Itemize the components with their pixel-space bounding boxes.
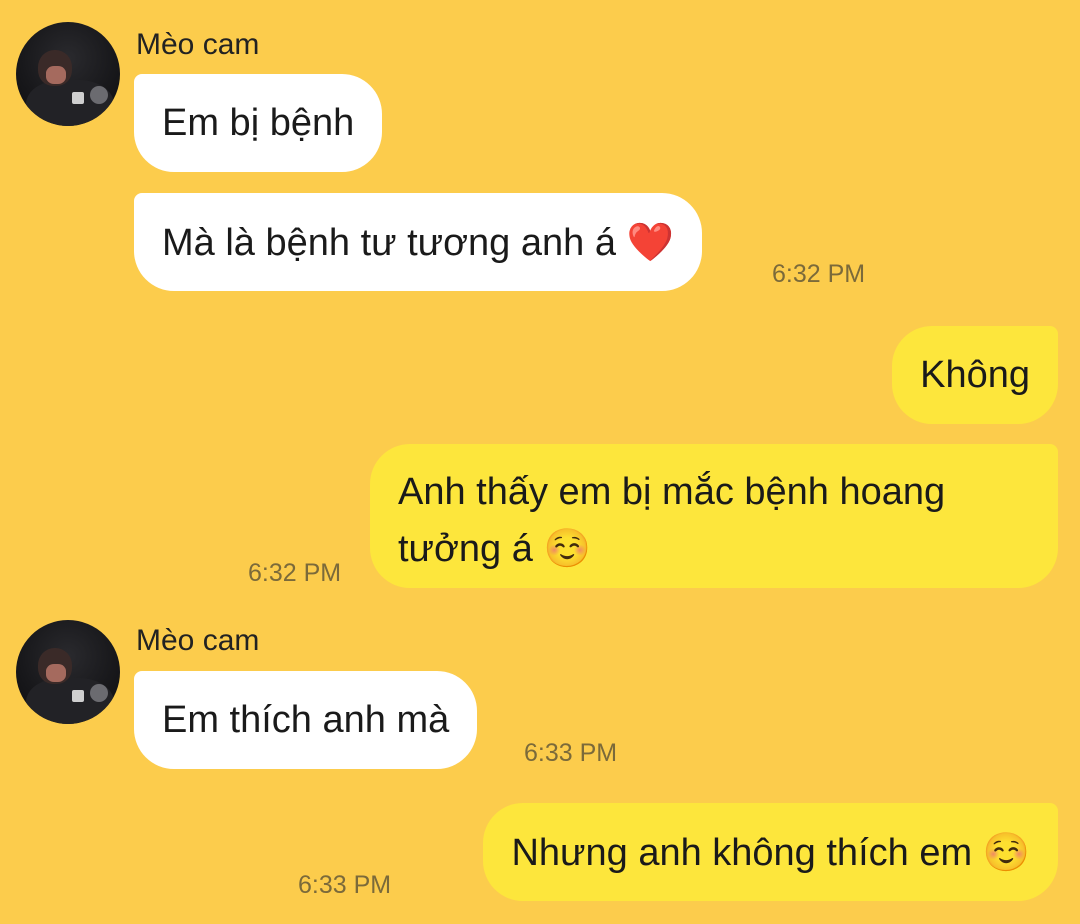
message-text: Nhưng anh không thích em [511, 832, 973, 874]
sender-avatar[interactable] [16, 620, 120, 724]
message-timestamp: 6:33 PM [298, 871, 392, 899]
message-text: Em bị bệnh [162, 102, 355, 144]
avatar-figure-badge [72, 92, 84, 104]
message-text: Em thích anh mà [162, 699, 450, 741]
avatar-figure-face [46, 66, 66, 84]
message-timestamp: 6:32 PM [772, 260, 866, 288]
sender-name: Mèo cam [136, 28, 260, 61]
avatar-figure-light [90, 86, 108, 104]
smiling-face-emoji-icon: ☺️ [543, 526, 591, 570]
message-timestamp: 6:33 PM [524, 739, 618, 767]
incoming-message[interactable]: Mà là bệnh tư tương anh á ❤️ [134, 193, 702, 291]
sender-avatar[interactable] [16, 22, 120, 126]
outgoing-message[interactable]: Không [892, 326, 1058, 424]
outgoing-message[interactable]: Anh thấy em bị mắc bệnh hoang tưởng á ☺️ [370, 444, 1058, 588]
incoming-message[interactable]: Em bị bệnh [134, 74, 383, 172]
message-text: Mà là bệnh tư tương anh á [162, 222, 616, 264]
heart-emoji-icon: ❤️ [626, 220, 674, 264]
message-timestamp: 6:32 PM [248, 559, 342, 587]
outgoing-message[interactable]: Nhưng anh không thích em ☺️ [483, 803, 1058, 901]
avatar-figure-badge [72, 690, 84, 702]
avatar-figure-face [46, 664, 66, 682]
sender-name: Mèo cam [136, 624, 260, 657]
incoming-message[interactable]: Em thích anh mà [134, 671, 478, 769]
avatar-figure-light [90, 684, 108, 702]
message-text: Không [920, 354, 1030, 396]
message-text: Anh thấy em bị mắc bệnh hoang tưởng á [398, 471, 946, 570]
smiling-face-emoji-icon: ☺️ [982, 830, 1030, 874]
